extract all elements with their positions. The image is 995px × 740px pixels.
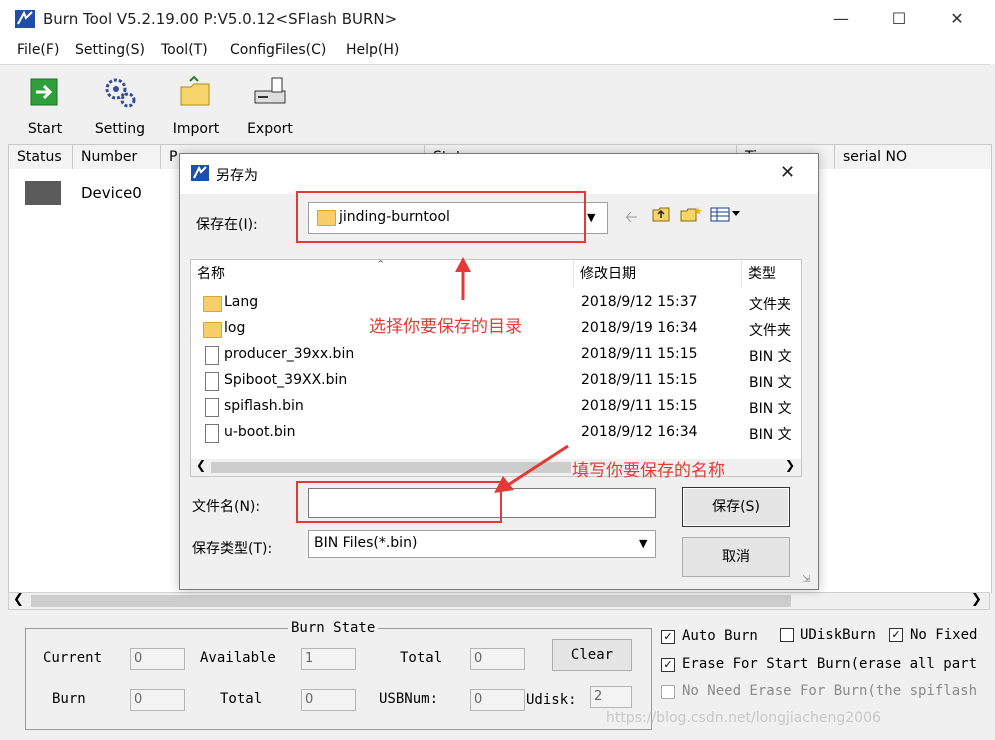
annotation-arrows	[455, 257, 569, 493]
annotation-choose-dir: 选择你要保存的目录	[369, 317, 522, 337]
annotation-fill-name: 填写你要保存的名称	[572, 461, 725, 481]
